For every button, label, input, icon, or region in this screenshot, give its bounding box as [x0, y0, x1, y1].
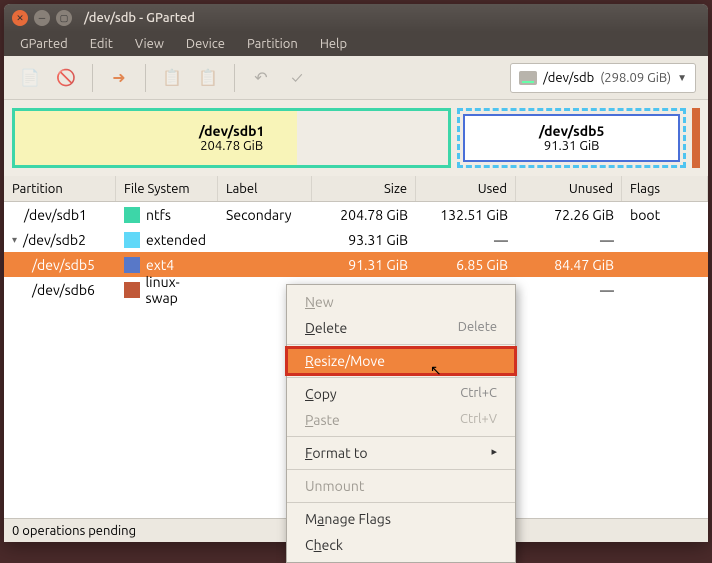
cell-partition: /dev/sdb6	[4, 279, 116, 301]
ctx-paste: PasteCtrl+V	[287, 407, 515, 433]
col-unused[interactable]: Unused	[516, 176, 622, 201]
context-menu: New DeleteDelete Resize/Move CopyCtrl+C …	[286, 284, 516, 563]
delete-icon[interactable]: 🚫	[52, 64, 80, 92]
fs-swatch-icon	[124, 207, 140, 223]
device-size: (298.09 GiB)	[600, 71, 671, 85]
cell-size: 93.31 GiB	[312, 229, 416, 251]
cell-filesystem: linux-swap	[116, 271, 218, 309]
cell-flags	[622, 262, 708, 268]
cell-filesystem: ntfs	[116, 204, 218, 226]
menu-device[interactable]: Device	[176, 34, 235, 54]
disk-map-partition-swap[interactable]	[692, 108, 700, 168]
close-icon[interactable]: ✕	[12, 10, 28, 26]
cell-size: 91.31 GiB	[312, 254, 416, 276]
table-row[interactable]: ▾/dev/sdb2extended93.31 GiB——	[4, 227, 708, 252]
cell-unused: 84.47 GiB	[516, 254, 622, 276]
menu-edit[interactable]: Edit	[80, 34, 123, 54]
cell-partition: /dev/sdb1	[4, 204, 116, 226]
table-header: Partition File System Label Size Used Un…	[4, 176, 708, 202]
partition-size: 204.78 GiB	[200, 139, 263, 153]
menu-gparted[interactable]: GParted	[10, 34, 78, 54]
minimize-icon[interactable]: ─	[34, 10, 50, 26]
col-filesystem[interactable]: File System	[116, 176, 218, 201]
partition-label: /dev/sdb5	[539, 123, 605, 139]
cell-size: 204.78 GiB	[312, 204, 416, 226]
undo-icon: ↶	[247, 64, 275, 92]
chevron-right-icon: ▸	[491, 445, 497, 461]
ctx-copy[interactable]: CopyCtrl+C	[287, 381, 515, 407]
separator	[287, 436, 515, 437]
paste-icon: 📋	[194, 64, 222, 92]
partition-label: /dev/sdb1	[199, 123, 265, 139]
cell-used: 132.51 GiB	[416, 204, 516, 226]
new-partition-icon: 📄	[16, 64, 44, 92]
col-used[interactable]: Used	[416, 176, 516, 201]
cell-used: 6.85 GiB	[416, 254, 516, 276]
menubar: GParted Edit View Device Partition Help	[4, 32, 708, 56]
resize-icon[interactable]: ➜	[105, 64, 133, 92]
cell-flags: boot	[622, 204, 708, 226]
menu-view[interactable]: View	[125, 34, 174, 54]
separator	[287, 469, 515, 470]
cell-label: Secondary	[218, 204, 312, 226]
ctx-unmount: Unmount	[287, 473, 515, 499]
col-flags[interactable]: Flags	[622, 176, 708, 201]
expander-icon[interactable]: ▾	[12, 234, 17, 246]
cell-label	[218, 237, 312, 243]
toolbar: 📄 🚫 ➜ 📋 📋 ↶ ✓ /dev/sdb (298.09 GiB) ▼	[4, 56, 708, 100]
ctx-new: New	[287, 289, 515, 315]
ctx-delete[interactable]: DeleteDelete	[287, 315, 515, 341]
col-partition[interactable]: Partition	[4, 176, 116, 201]
cell-flags	[622, 287, 708, 293]
ctx-format-to[interactable]: Format to▸	[287, 440, 515, 466]
cell-unused: —	[516, 229, 622, 251]
ctx-check[interactable]: Check	[287, 532, 515, 558]
partition-size: 91.31 GiB	[544, 139, 600, 153]
device-selector[interactable]: /dev/sdb (298.09 GiB) ▼	[510, 63, 696, 93]
device-name: /dev/sdb	[543, 71, 594, 85]
cell-flags	[622, 237, 708, 243]
cell-used: —	[416, 229, 516, 251]
cell-partition: ▾/dev/sdb2	[4, 229, 116, 251]
separator	[287, 344, 515, 345]
cell-unused: —	[516, 279, 622, 301]
separator	[92, 64, 93, 92]
separator	[145, 64, 146, 92]
separator	[287, 502, 515, 503]
separator	[287, 377, 515, 378]
disk-map-partition-sdb5[interactable]: /dev/sdb5 91.31 GiB	[463, 114, 680, 162]
table-row[interactable]: /dev/sdb1ntfsSecondary204.78 GiB132.51 G…	[4, 202, 708, 227]
apply-icon: ✓	[283, 64, 311, 92]
menu-help[interactable]: Help	[310, 34, 357, 54]
menu-partition[interactable]: Partition	[237, 34, 308, 54]
separator	[234, 64, 235, 92]
cell-label	[218, 262, 312, 268]
ctx-manage-flags[interactable]: Manage Flags	[287, 506, 515, 532]
disk-map-partition-extended[interactable]: /dev/sdb5 91.31 GiB	[457, 108, 686, 168]
fs-swatch-icon	[124, 282, 140, 298]
col-label[interactable]: Label	[218, 176, 312, 201]
titlebar: ✕ ─ ▢ /dev/sdb - GParted	[4, 4, 708, 32]
harddisk-icon	[519, 71, 537, 85]
status-text: 0 operations pending	[12, 524, 136, 538]
cell-filesystem: extended	[116, 229, 218, 251]
maximize-icon[interactable]: ▢	[56, 10, 72, 26]
cell-unused: 72.26 GiB	[516, 204, 622, 226]
table-row[interactable]: /dev/sdb5ext491.31 GiB6.85 GiB84.47 GiB	[4, 252, 708, 277]
cell-partition: /dev/sdb5	[4, 254, 116, 276]
ctx-resize-move[interactable]: Resize/Move	[287, 348, 515, 374]
copy-icon: 📋	[158, 64, 186, 92]
disk-map-partition-sdb1[interactable]: /dev/sdb1 204.78 GiB	[12, 108, 451, 168]
chevron-down-icon: ▼	[677, 72, 687, 84]
disk-map: /dev/sdb1 204.78 GiB /dev/sdb5 91.31 GiB	[4, 100, 708, 176]
col-size[interactable]: Size	[312, 176, 416, 201]
window-title: /dev/sdb - GParted	[84, 11, 195, 25]
fs-swatch-icon	[124, 232, 140, 248]
